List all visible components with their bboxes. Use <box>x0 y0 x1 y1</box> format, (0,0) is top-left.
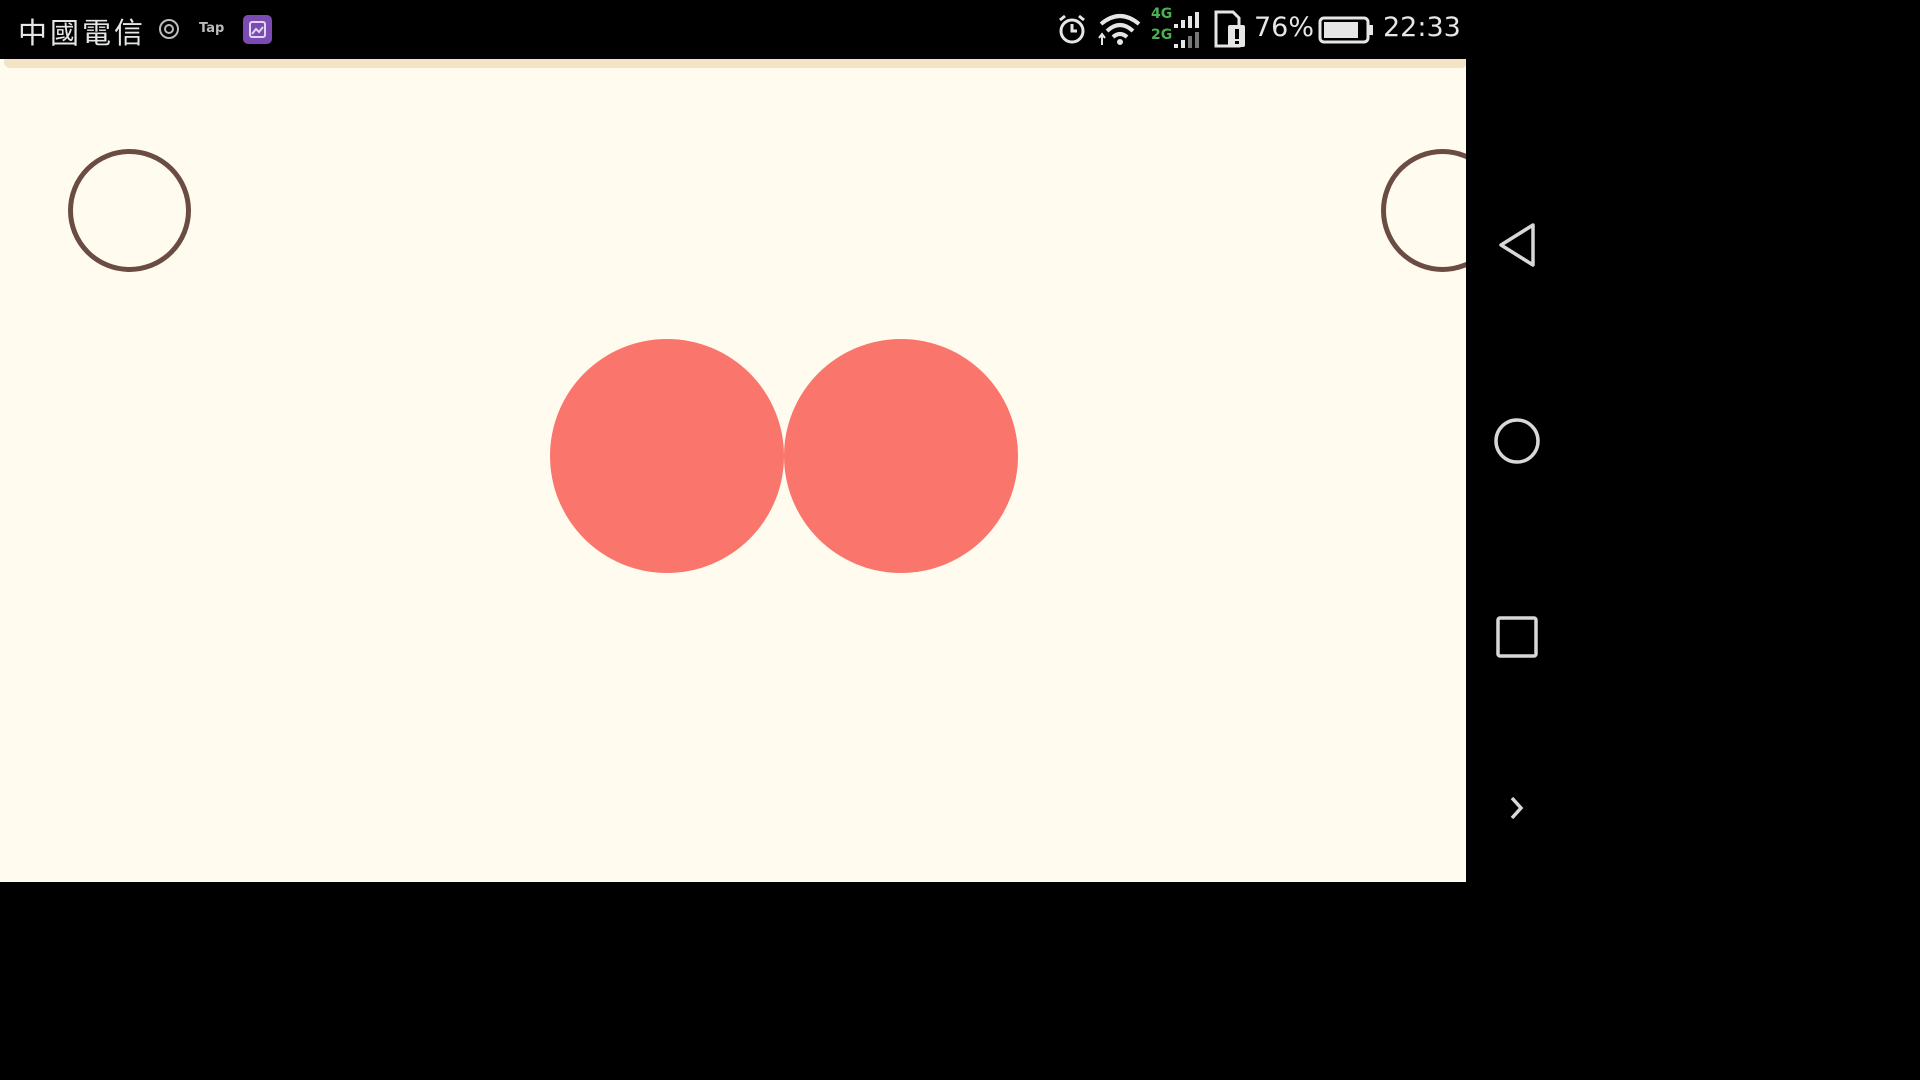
navigation-bar <box>1466 0 1568 882</box>
sim-icon <box>1214 10 1245 48</box>
battery-percent: 76% <box>1254 12 1315 43</box>
top-strip <box>4 59 1466 68</box>
clock: 22:33 <box>1383 12 1461 43</box>
home-button[interactable] <box>1466 415 1568 467</box>
home-icon <box>1494 418 1540 464</box>
battery-icon <box>1318 16 1373 44</box>
right-target-ring[interactable] <box>1381 149 1466 272</box>
status-bar: 中國電信 Tap 4G 2G 76% 22:33 <box>0 0 1466 59</box>
back-button[interactable] <box>1466 218 1568 272</box>
notification-icon <box>159 19 179 39</box>
game-canvas[interactable] <box>0 59 1466 882</box>
recents-button[interactable] <box>1466 614 1568 660</box>
carrier-name: 中國電信 <box>18 16 147 50</box>
gallery-app-icon <box>243 15 272 44</box>
expand-chevron-icon <box>1510 796 1524 820</box>
left-target-ring[interactable] <box>68 149 191 272</box>
recents-icon <box>1496 616 1538 658</box>
device-screen: 中國電信 Tap 4G 2G 76% 22:33 <box>0 0 1568 882</box>
network-4g-label: 4G <box>1151 6 1173 22</box>
expand-button[interactable] <box>1466 794 1568 822</box>
right-red-circle[interactable] <box>784 339 1018 573</box>
wifi-icon <box>1098 14 1141 45</box>
alarm-icon <box>1059 14 1085 44</box>
signal-icon <box>1174 12 1199 48</box>
network-2g-label: 2G <box>1151 27 1173 43</box>
tap-app-icon: Tap <box>199 21 225 36</box>
left-red-circle[interactable] <box>550 339 784 573</box>
back-icon <box>1499 223 1535 267</box>
